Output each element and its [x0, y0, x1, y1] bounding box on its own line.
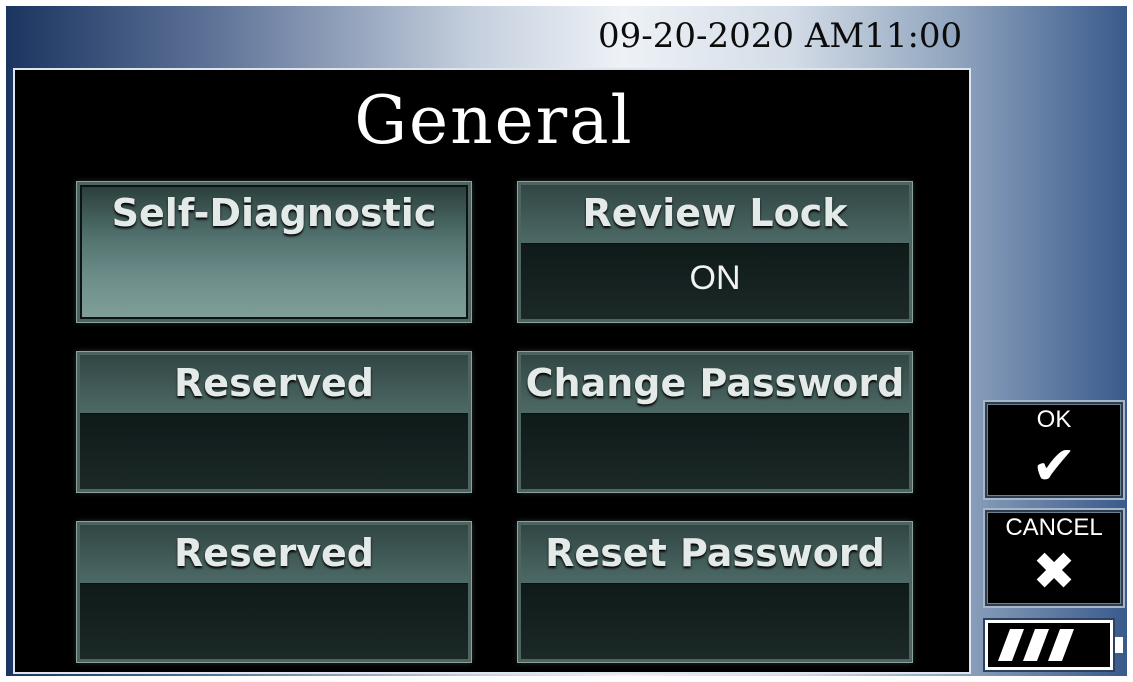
reserved-button-2[interactable]: Reserved: [77, 522, 471, 662]
checkmark-icon: ✔: [1031, 434, 1077, 497]
battery-bar: [998, 629, 1024, 661]
battery-level-bars: [998, 629, 1074, 661]
battery-bar: [1023, 629, 1049, 661]
ok-button[interactable]: OK ✔: [985, 402, 1123, 498]
self-diagnostic-button[interactable]: Self-Diagnostic: [77, 182, 471, 322]
tile-label: Review Lock: [582, 191, 848, 235]
reset-password-button[interactable]: Reset Password: [518, 522, 912, 662]
tile-label: Reserved: [174, 361, 374, 405]
main-screen: General Self-Diagnostic Review Lock ON R…: [13, 68, 971, 674]
x-icon: ✖: [1032, 542, 1076, 602]
tile-label: Reserved: [174, 531, 374, 575]
datetime-display: 09-20-2020 AM11:00: [598, 16, 963, 56]
page-title: General: [354, 82, 634, 159]
review-lock-value: ON: [689, 259, 741, 297]
reserved-button-1[interactable]: Reserved: [77, 352, 471, 492]
tile-label: Change Password: [525, 361, 905, 405]
review-lock-button[interactable]: Review Lock ON: [518, 182, 912, 322]
cancel-label: CANCEL: [1005, 514, 1103, 541]
cancel-button[interactable]: CANCEL ✖: [985, 510, 1123, 606]
battery-bar: [1048, 629, 1074, 661]
tile-label: Self-Diagnostic: [111, 191, 437, 235]
battery-icon: [983, 618, 1123, 672]
ok-label: OK: [1036, 406, 1072, 433]
change-password-button[interactable]: Change Password: [518, 352, 912, 492]
tile-label: Reset Password: [545, 531, 885, 575]
